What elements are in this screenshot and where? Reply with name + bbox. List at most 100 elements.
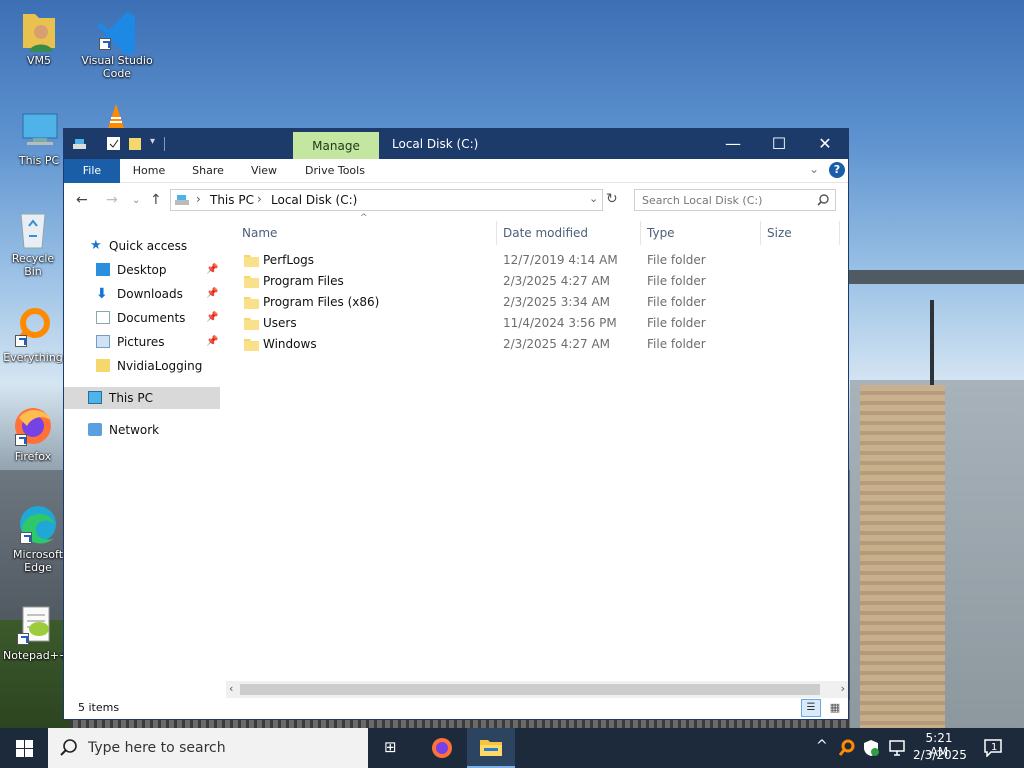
column-header-name[interactable]: Name [242,221,494,245]
desktop-icon-firefox[interactable]: Firefox [3,404,63,463]
help-icon[interactable]: ? [829,162,845,178]
breadcrumb-local-disk[interactable]: Local Disk (C:) [271,193,357,207]
taskbar-firefox[interactable] [418,728,466,768]
minimize-button[interactable]: — [710,129,756,159]
tab-file[interactable]: File [64,159,120,183]
search-box[interactable]: Search Local Disk (C:) [634,189,836,211]
file-date: 2/3/2025 4:27 AM [503,274,611,288]
maximize-button[interactable]: ☐ [756,129,802,159]
tab-manage[interactable]: Manage [293,132,379,159]
shortcut-arrow-icon [20,532,32,544]
file-name: Windows [263,337,317,351]
taskbar-file-explorer[interactable] [467,728,515,768]
title-bar[interactable]: ▾ Manage Local Disk (C:) — ☐ ✕ [64,129,848,159]
new-folder-icon[interactable] [128,136,143,151]
file-explorer-icon [480,740,502,756]
shortcut-arrow-icon [15,434,27,446]
nav-nvidialogging[interactable]: NvidiaLogging [96,355,224,377]
large-icons-view-icon[interactable]: ▦ [825,699,845,717]
tab-view[interactable]: View [240,159,288,183]
network-icon[interactable] [888,739,906,757]
back-arrow-icon[interactable]: ← [76,192,88,208]
recent-locations-icon[interactable]: ⌄ [132,195,140,206]
nav-network[interactable]: Network [88,419,218,441]
file-row[interactable]: Users 11/4/2024 3:56 PM File folder [234,313,834,334]
desktop-icon-label: Notepad++ [3,649,67,662]
document-icon [96,311,110,324]
scrollbar-thumb[interactable] [240,684,820,695]
file-explorer-window: ▾ Manage Local Disk (C:) — ☐ ✕ File Home… [63,128,849,720]
desktop-icon-recycle-bin[interactable]: Recycle Bin [3,206,63,278]
breadcrumb-separator-icon: › [196,192,201,206]
pin-icon: 📌 [206,312,219,323]
notifications-button[interactable]: 1 [984,739,1004,758]
file-date: 2/3/2025 4:27 AM [503,337,611,351]
folder-icon [244,297,259,309]
search-icon[interactable] [817,194,829,206]
desktop-icon-vm5[interactable]: VM5 [3,8,75,67]
properties-icon[interactable] [106,136,121,151]
pin-icon: 📌 [206,336,219,347]
address-dropdown-icon[interactable]: ⌄ [589,192,598,205]
details-view-icon[interactable]: ☰ [801,699,821,717]
file-row[interactable]: Program Files (x86) 2/3/2025 3:34 AM Fil… [234,292,834,313]
nav-this-pc[interactable]: This PC [64,387,220,409]
start-button[interactable] [0,728,48,768]
refresh-icon[interactable]: ↻ [606,191,618,207]
desktop-icon-label: Visual Studio Code [81,54,153,80]
desktop-icon-label: Microsoft Edge [12,548,64,574]
column-divider[interactable] [760,221,761,245]
desktop-icon-everything[interactable]: Everything [3,305,63,364]
folder-icon [244,276,259,288]
search-icon [60,739,77,756]
security-shield-icon[interactable] [862,739,880,757]
clock-date[interactable]: 2/3/2025 [913,748,967,762]
quick-access-toolbar-dropdown-icon[interactable]: ▾ [150,136,155,147]
column-header-date[interactable]: Date modified [503,221,639,245]
nav-label: Documents [117,311,186,325]
column-divider[interactable] [640,221,641,245]
nav-quick-access[interactable]: ★ Quick access [90,235,230,257]
up-arrow-icon[interactable]: ↑ [150,192,162,208]
file-name: Program Files [263,274,344,288]
nav-downloads[interactable]: ⬇ Downloads 📌 [96,283,224,305]
column-header-type[interactable]: Type [647,221,757,245]
taskbar-search-box[interactable]: Type here to search [48,728,368,768]
file-row[interactable]: Windows 2/3/2025 4:27 AM File folder [234,334,834,355]
file-row[interactable]: PerfLogs 12/7/2019 4:14 AM File folder [234,250,834,271]
desktop-icon-notepadpp[interactable]: Notepad++ [3,603,67,662]
tab-home[interactable]: Home [124,159,174,183]
desktop-icon-label: Firefox [14,450,52,463]
desktop-icon-vscode[interactable]: Visual Studio Code [81,8,153,80]
wallpaper-bridge [848,270,1024,284]
show-hidden-icons-icon[interactable]: ^ [816,738,828,754]
download-arrow-icon: ⬇ [96,286,108,302]
nav-pictures[interactable]: Pictures 📌 [96,331,224,353]
magnifier-icon [11,305,55,349]
folder-icon [244,255,259,267]
scroll-right-icon[interactable]: › [841,682,845,695]
nav-desktop[interactable]: Desktop 📌 [96,259,224,281]
forward-arrow-icon[interactable]: → [106,192,118,208]
column-divider[interactable] [496,221,497,245]
nav-label: Quick access [109,239,188,253]
folder-icon [244,318,259,330]
everything-tray-icon[interactable] [838,739,856,757]
scroll-left-icon[interactable]: ‹ [229,682,233,695]
column-divider[interactable] [839,221,840,245]
window-title: Local Disk (C:) [392,137,479,151]
tab-share[interactable]: Share [182,159,234,183]
nav-documents[interactable]: Documents 📌 [96,307,224,329]
task-view-button[interactable]: ⊞ [368,728,416,768]
horizontal-scrollbar[interactable]: ‹ › [226,681,848,698]
column-header-size[interactable]: Size [767,221,837,245]
picture-icon [96,335,110,348]
file-row[interactable]: Program Files 2/3/2025 4:27 AM File fold… [234,271,834,292]
file-date: 11/4/2024 3:56 PM [503,316,617,330]
tab-drive-tools[interactable]: Drive Tools [296,159,374,183]
breadcrumb-this-pc[interactable]: This PC [210,193,254,207]
address-bar[interactable]: › This PC › Local Disk (C:) ⌄ [170,189,603,211]
nav-label: Desktop [117,263,167,277]
expand-ribbon-icon[interactable]: ⌄ [809,162,819,176]
close-button[interactable]: ✕ [802,129,848,159]
